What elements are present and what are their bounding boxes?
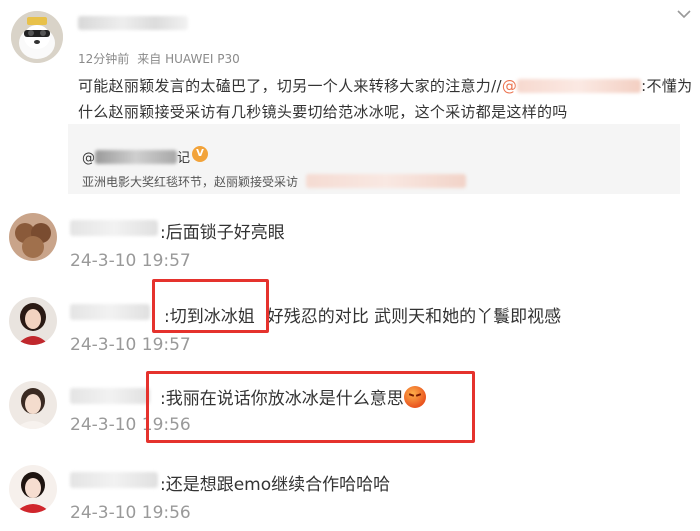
repost-caption: 亚洲电影大奖红毯环节，赵丽颖接受采访 [82,173,467,190]
comment-text-rest: 好残忍的对比 武则天和她的丫鬟即视感 [266,307,562,327]
commenter-name[interactable] [70,304,150,320]
post-text-part1: 可能赵丽颖发言的太磕巴了，切另一个人来转移大家的注意力// [78,77,502,95]
post-source: 来自 HUAWEI P30 [137,52,240,66]
comment-time: 24-3-10 19:57 [70,335,191,355]
post-meta: 12分钟前 来自 HUAWEI P30 [78,50,248,67]
comment-time: 24-3-10 19:56 [70,503,191,523]
commenter-name[interactable] [70,388,150,404]
commenter-name[interactable] [70,472,158,488]
post-text-line2: 什么赵丽颖接受采访有几秒镜头要切给范冰冰呢，这个采访都是这样的吗 [78,103,568,121]
post-author-name[interactable] [78,16,188,30]
repost-card[interactable]: @ 记 V 亚洲电影大奖红毯环节，赵丽颖接受采访 [68,124,680,194]
commenter-avatar[interactable] [9,465,57,513]
mention-link[interactable]: @ [502,77,642,95]
comment-item: :切到冰冰姐 好残忍的对比 武则天和她的丫鬟即视感 24-3-10 19:57 [0,280,700,364]
comment-text: :还是想跟emo继续合作哈哈哈 [160,475,391,495]
post-text-part2: :不懂为 [641,77,693,95]
chevron-down-icon[interactable] [677,9,691,19]
highlight-box [152,279,269,333]
commenter-avatar[interactable] [9,297,57,345]
comment-time: 24-3-10 19:57 [70,251,191,271]
comment-item: :后面锁子好亮眼 24-3-10 19:57 [0,196,700,280]
post-text-line1: 可能赵丽颖发言的太磕巴了，切另一个人来转移大家的注意力//@:不懂为 [78,75,692,96]
post-time: 12分钟前 [78,52,130,66]
commenter-avatar[interactable] [9,381,57,429]
comment-item: :还是想跟emo继续合作哈哈哈 24-3-10 19:56 [0,448,700,531]
commenter-name[interactable] [70,220,158,236]
verified-badge-icon: V [192,146,208,162]
post-author-avatar[interactable] [11,11,63,63]
commenter-avatar[interactable] [9,213,57,261]
comment-text: :后面锁子好亮眼 [160,223,285,243]
highlight-box [146,371,475,443]
weibo-post: 12分钟前 来自 HUAWEI P30 可能赵丽颖发言的太磕巴了，切另一个人来转移… [0,0,700,124]
repost-author[interactable]: @ 记 [82,147,190,166]
